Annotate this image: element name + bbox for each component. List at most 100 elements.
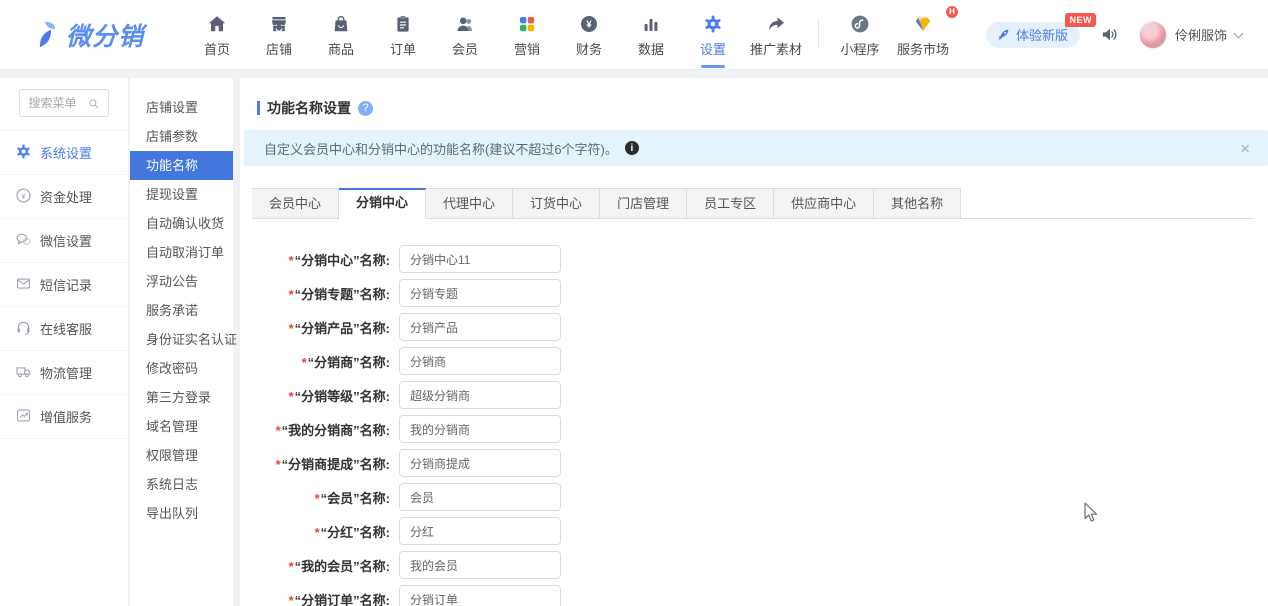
name-input[interactable]: [399, 347, 561, 375]
nav-item[interactable]: 推广素材: [744, 0, 808, 70]
submenu-item[interactable]: 自动确认收货: [130, 209, 233, 238]
settings-icon: [688, 13, 738, 35]
required-asterisk: *: [302, 355, 307, 370]
submenu-item[interactable]: 导出队列: [130, 499, 233, 528]
nav-item-label: 财务: [564, 39, 614, 58]
name-input[interactable]: [399, 483, 561, 511]
tab[interactable]: 门店管理: [600, 188, 687, 219]
tab[interactable]: 员工专区: [687, 188, 774, 219]
nav-item[interactable]: 小程序: [829, 0, 891, 70]
speaker-icon[interactable]: [1100, 25, 1119, 44]
search-input[interactable]: [29, 96, 87, 110]
name-input[interactable]: [399, 313, 561, 341]
submenu-item[interactable]: 自动取消订单: [130, 238, 233, 267]
sidebar-item[interactable]: 系统设置: [0, 131, 128, 175]
submenu-item[interactable]: 第三方登录: [130, 383, 233, 412]
submenu-item[interactable]: 系统日志: [130, 470, 233, 499]
form-row: *“会员”名称:: [244, 483, 1268, 511]
value-icon: [15, 407, 32, 427]
tab[interactable]: 分销中心: [339, 188, 426, 219]
h-badge: H: [946, 6, 958, 18]
order-icon: [378, 13, 428, 35]
sidebar-item[interactable]: 增值服务: [0, 395, 128, 439]
name-settings-form: *“分销中心”名称: *“分销专题”名称: *“分销产品”名称: *“分销商”名…: [244, 245, 1268, 606]
sidebar-menu: 系统设置 ¥ 资金处理 微信设置 短信记录 在线客服 物流管理 增值服务: [0, 131, 128, 439]
banner-close-icon[interactable]: ×: [1240, 140, 1250, 157]
service-icon: [15, 319, 32, 339]
tab[interactable]: 会员中心: [252, 188, 339, 219]
info-banner: 自定义会员中心和分销中心的功能名称(建议不超过6个字符)。 i ×: [244, 130, 1268, 166]
submenu-item[interactable]: 店铺参数: [130, 122, 233, 151]
submenu-item[interactable]: 功能名称: [130, 151, 233, 180]
nav-item[interactable]: 订单: [372, 0, 434, 70]
tab[interactable]: 代理中心: [426, 188, 513, 219]
submenu-item[interactable]: 修改密码: [130, 354, 233, 383]
nav-item[interactable]: 商品: [310, 0, 372, 70]
nav-item-label: 服务市场: [897, 39, 949, 58]
name-input[interactable]: [399, 449, 561, 477]
system-icon: [15, 143, 32, 163]
required-asterisk: *: [289, 253, 294, 268]
experience-new-version-button[interactable]: 体验新版 NEW: [986, 22, 1080, 48]
tab[interactable]: 供应商中心: [774, 188, 874, 219]
name-input[interactable]: [399, 517, 561, 545]
promo-icon: [750, 13, 802, 35]
submenu-list: 店铺设置店铺参数功能名称提现设置自动确认收货自动取消订单浮动公告服务承诺身份证实…: [130, 93, 233, 528]
user-menu[interactable]: 伶俐服饰: [1139, 21, 1242, 49]
nav-item[interactable]: 数据: [620, 0, 682, 70]
submenu-item[interactable]: 身份证实名认证: [130, 325, 233, 354]
form-label: *“分销中心”名称:: [244, 250, 390, 269]
submenu-item[interactable]: 域名管理: [130, 412, 233, 441]
sidebar-item[interactable]: 物流管理: [0, 351, 128, 395]
name-input[interactable]: [399, 279, 561, 307]
nav-item[interactable]: 会员: [434, 0, 496, 70]
form-label: *“分销商提成”名称:: [244, 454, 390, 473]
sidebar-item[interactable]: 短信记录: [0, 263, 128, 307]
sidebar-item-label: 增值服务: [40, 407, 92, 426]
nav-item[interactable]: 店铺: [248, 0, 310, 70]
nav-item-label: 推广素材: [750, 39, 802, 58]
name-input[interactable]: [399, 381, 561, 409]
submenu-item[interactable]: 浮动公告: [130, 267, 233, 296]
name-input[interactable]: [399, 585, 561, 606]
nav-item[interactable]: H 服务市场: [891, 0, 955, 70]
nav-item-label: 订单: [378, 39, 428, 58]
nav-item[interactable]: 营销: [496, 0, 558, 70]
nav-item[interactable]: ¥ 财务: [558, 0, 620, 70]
name-input[interactable]: [399, 245, 561, 273]
submenu-item[interactable]: 提现设置: [130, 180, 233, 209]
main-content: 功能名称设置 ? 自定义会员中心和分销中心的功能名称(建议不超过6个字符)。 i…: [240, 78, 1268, 606]
nav-divider: [818, 18, 819, 48]
sidebar-item[interactable]: 在线客服: [0, 307, 128, 351]
wechat-icon: [15, 231, 32, 251]
name-input[interactable]: [399, 415, 561, 443]
sidebar-search: [0, 78, 128, 131]
app-logo[interactable]: 微分销: [34, 17, 182, 53]
avatar: [1139, 21, 1167, 49]
submenu-item[interactable]: 服务承诺: [130, 296, 233, 325]
submenu-item[interactable]: 店铺设置: [130, 93, 233, 122]
market-icon: H: [897, 13, 949, 35]
sidebar-item[interactable]: 微信设置: [0, 219, 128, 263]
form-label: *“分销订单”名称:: [244, 590, 390, 606]
nav-item[interactable]: 设置: [682, 0, 744, 70]
required-asterisk: *: [289, 389, 294, 404]
nav-item-label: 店铺: [254, 39, 304, 58]
rocket-icon: [996, 27, 1011, 42]
nav-item-label: 小程序: [835, 39, 885, 58]
finance-icon: ¥: [564, 13, 614, 35]
submenu-item[interactable]: 权限管理: [130, 441, 233, 470]
username: 伶俐服饰: [1175, 25, 1227, 44]
sidebar-item[interactable]: ¥ 资金处理: [0, 175, 128, 219]
info-icon[interactable]: i: [625, 141, 639, 155]
name-input[interactable]: [399, 551, 561, 579]
nav-item-label: 商品: [316, 39, 366, 58]
search-box[interactable]: [19, 89, 109, 117]
tab[interactable]: 其他名称: [874, 188, 961, 219]
nav-item[interactable]: 首页: [186, 0, 248, 70]
help-icon[interactable]: ?: [358, 101, 373, 116]
logo-text: 微分销: [66, 17, 144, 53]
required-asterisk: *: [289, 287, 294, 302]
sidebar-item-label: 系统设置: [40, 143, 92, 162]
tab[interactable]: 订货中心: [513, 188, 600, 219]
